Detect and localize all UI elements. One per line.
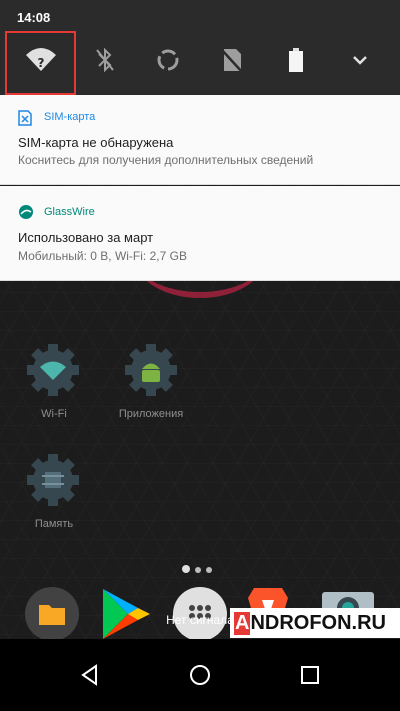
auto-rotate-icon[interactable] <box>146 38 190 82</box>
back-icon[interactable] <box>70 659 110 691</box>
wifi-tile-highlight <box>5 31 76 95</box>
notification-text: Коснитесь для получения дополнительных с… <box>18 153 314 167</box>
sim-card-icon <box>18 110 32 131</box>
glasswire-icon <box>18 204 34 225</box>
notification-text: Мобильный: 0 B, Wi-Fi: 2,7 GB <box>18 249 187 263</box>
shortcut-label: Приложения <box>118 408 184 420</box>
no-signal-label: Нет сигнала <box>166 613 234 627</box>
wifi-gear-icon[interactable] <box>25 342 81 398</box>
android-gear-icon[interactable] <box>123 342 179 398</box>
bluetooth-off-icon[interactable] <box>83 38 127 82</box>
recents-icon[interactable] <box>290 659 330 691</box>
shortcut-label: Память <box>34 518 74 530</box>
shortcut-label: Wi-Fi <box>41 408 67 420</box>
page-indicator <box>182 560 217 578</box>
navigation-bar <box>0 639 400 711</box>
notification-title: SIM-карта не обнаружена <box>18 135 174 150</box>
notification-app-name: GlassWire <box>44 206 95 218</box>
memory-gear-icon[interactable] <box>25 452 81 508</box>
no-sim-icon[interactable] <box>210 38 254 82</box>
battery-icon[interactable] <box>274 38 318 82</box>
expand-icon[interactable] <box>338 38 382 82</box>
notification-sim[interactable]: SIM-карта SIM-карта не обнаружена Коснит… <box>0 95 400 185</box>
notification-title: Использовано за март <box>18 230 154 245</box>
home-icon[interactable] <box>180 659 220 691</box>
status-time: 14:08 <box>17 10 51 25</box>
notification-glasswire[interactable]: GlassWire Использовано за март Мобильный… <box>0 186 400 281</box>
notification-app-name: SIM-карта <box>44 111 96 123</box>
